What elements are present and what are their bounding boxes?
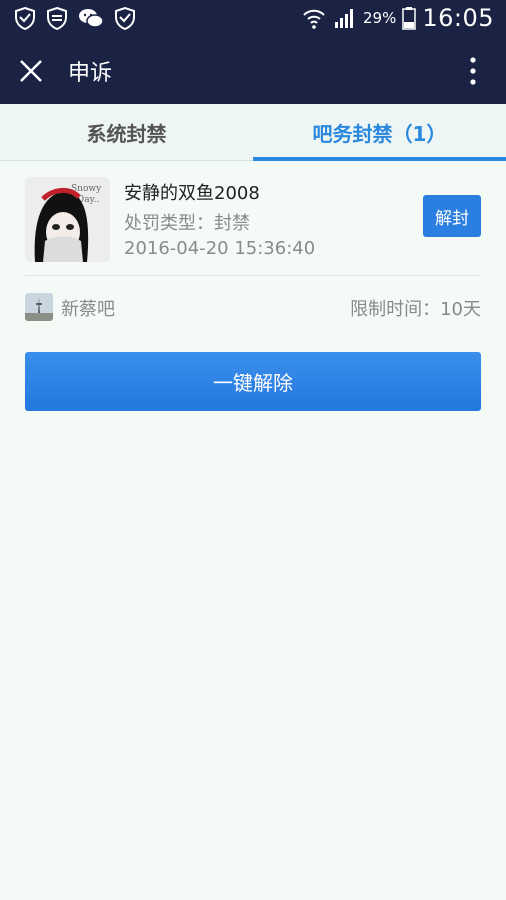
battery-icon — [402, 7, 417, 30]
avatar: Snowy Day.. — [25, 177, 110, 262]
bar-name: 新蔡吧 — [61, 299, 115, 320]
username: 安静的双鱼2008 — [124, 183, 260, 204]
page-title: 申诉 — [68, 61, 113, 86]
tab-system-ban[interactable]: 系统封禁 — [0, 104, 253, 161]
tab-bar: 系统封禁 吧务封禁（1） — [0, 104, 506, 161]
wechat-icon — [79, 9, 104, 28]
battery-percent: 29% — [362, 9, 397, 27]
shield-icon — [47, 6, 67, 30]
clock: 16:05 — [422, 4, 494, 32]
signal-icon — [334, 9, 353, 28]
ban-datetime: 2016-04-20 15:36:40 — [124, 238, 316, 259]
bar-icon — [25, 293, 53, 321]
tab-bar-admin-ban[interactable]: 吧务封禁（1） — [253, 104, 506, 161]
one-key-unban-button[interactable]: 一键解除 — [25, 352, 481, 411]
wifi-icon — [303, 9, 325, 29]
status-bar: 29% 16:05 — [0, 0, 506, 37]
close-icon[interactable] — [16, 56, 46, 86]
shield-icon — [115, 6, 135, 30]
shield-icon — [15, 6, 35, 30]
ban-list: Snowy Day.. 安静的双鱼2008 处罚类型：封禁 2016-04-20… — [0, 161, 506, 900]
limit-time: 限制时间：10天 — [350, 299, 481, 320]
penalty-type: 处罚类型：封禁 — [124, 213, 250, 234]
app-bar: 申诉 — [0, 37, 506, 104]
more-vertical-icon[interactable] — [464, 55, 482, 87]
divider — [25, 275, 481, 276]
notification-icons — [14, 6, 136, 30]
unban-button[interactable]: 解封 — [423, 195, 481, 237]
system-status: 29% 16:05 — [301, 4, 494, 32]
